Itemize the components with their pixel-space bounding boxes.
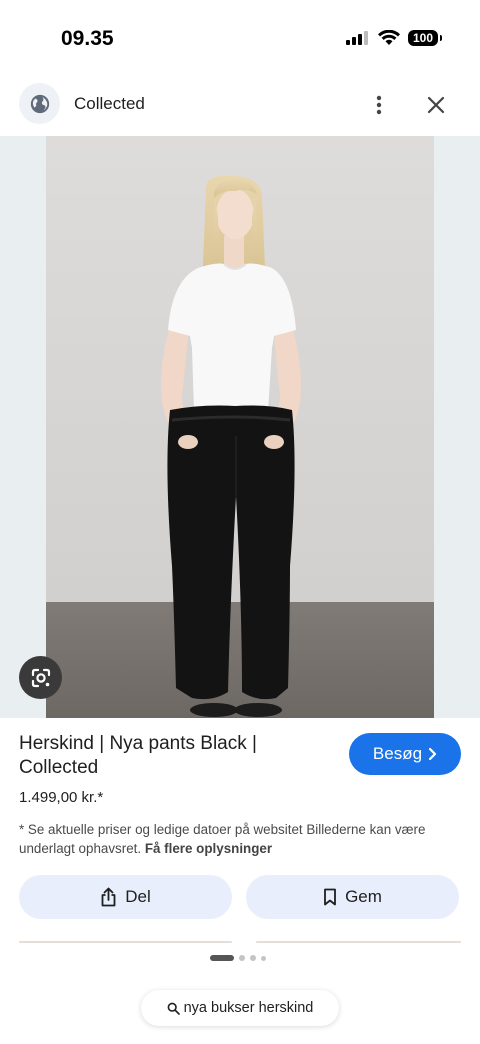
pager-indicator (210, 955, 266, 961)
save-button[interactable]: Gem (246, 875, 459, 919)
visit-button[interactable]: Besøg (349, 733, 461, 775)
share-icon (101, 887, 116, 907)
product-image[interactable] (46, 136, 434, 718)
related-results-peek (19, 941, 232, 943)
bookmark-icon (324, 888, 336, 906)
chevron-right-icon (428, 747, 437, 761)
globe-icon (30, 94, 49, 113)
visit-label: Besøg (372, 744, 423, 763)
save-label: Gem (345, 887, 382, 906)
status-icons: 100 (345, 30, 443, 46)
pager-dot (250, 955, 256, 961)
pager-dot-active (210, 955, 234, 961)
signal-icon (345, 31, 368, 45)
status-bar: 09.35 100 (0, 0, 480, 78)
search-query-text: nya bukser herskind (183, 1000, 314, 1016)
wifi-icon (377, 30, 400, 45)
copyright-disclaimer: * Se aktuelle priser og ledige datoer på… (19, 820, 464, 858)
image-area (0, 136, 480, 718)
source-header: Collected (0, 78, 480, 136)
search-query-chip[interactable]: nya bukser herskind (141, 990, 339, 1026)
share-button[interactable]: Del (19, 875, 232, 919)
related-results-peek (256, 941, 461, 943)
google-lens-icon (31, 668, 50, 687)
site-favicon[interactable] (19, 83, 60, 124)
image-viewer-page: 09.35 100 Collected Herskind | Nya pants… (0, 0, 480, 1044)
pager-dot (239, 955, 245, 961)
model-photo (46, 136, 434, 718)
status-time: 09.35 (61, 27, 114, 50)
product-title[interactable]: Herskind | Nya pants Black | Collected (19, 732, 329, 780)
more-vert-icon (376, 95, 382, 115)
search-icon (167, 1002, 180, 1015)
google-lens-button[interactable] (19, 656, 62, 699)
pager-dot (261, 955, 266, 961)
close-button[interactable] (421, 90, 451, 120)
close-icon (427, 96, 445, 114)
battery-indicator: 100 (407, 30, 443, 46)
share-label: Del (125, 887, 151, 906)
source-title[interactable]: Collected (74, 94, 145, 114)
product-price: 1.499,00 kr.* (19, 789, 104, 806)
more-options-button[interactable] (364, 90, 394, 120)
more-info-link[interactable]: Få flere oplysninger (145, 841, 272, 856)
